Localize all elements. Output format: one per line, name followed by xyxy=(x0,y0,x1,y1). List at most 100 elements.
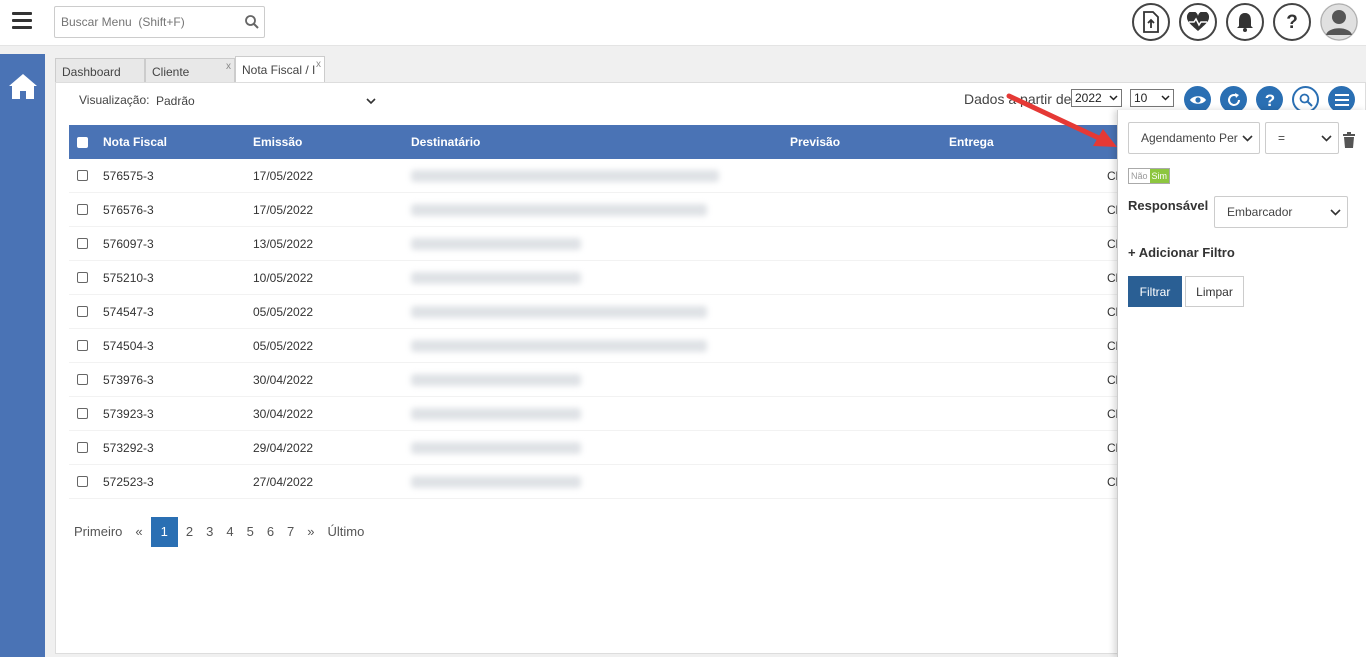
filter-field-select[interactable]: Agendamento Per xyxy=(1128,122,1260,154)
cell-destinatario-redacted xyxy=(411,305,707,318)
page-first[interactable]: Primeiro xyxy=(69,517,127,547)
row-checkbox[interactable] xyxy=(77,408,88,419)
page-number[interactable]: 5 xyxy=(242,517,259,547)
page-number[interactable]: 4 xyxy=(221,517,238,547)
table-row[interactable]: 576097-3 13/05/2022 Cl xyxy=(69,227,1118,261)
header-entrega[interactable]: Entrega xyxy=(949,135,994,149)
home-icon[interactable] xyxy=(8,72,38,100)
tab-cliente[interactable]: Cliente x xyxy=(145,58,235,84)
tab-dashboard[interactable]: Dashboard xyxy=(55,58,145,84)
row-checkbox[interactable] xyxy=(77,272,88,283)
page-prev[interactable]: « xyxy=(130,517,147,547)
page-number[interactable]: 2 xyxy=(181,517,198,547)
cell-destinatario-redacted xyxy=(411,475,581,488)
chevron-down-icon xyxy=(1242,134,1253,142)
year-value: 2022 xyxy=(1075,91,1102,105)
cell-emissao: 05/05/2022 xyxy=(253,304,314,319)
page-size-value: 10 xyxy=(1134,91,1148,105)
cell-nota-fiscal: 574504-3 xyxy=(103,338,154,353)
page-last[interactable]: Último xyxy=(323,517,370,547)
limpar-button[interactable]: Limpar xyxy=(1185,276,1244,307)
cell-nota-fiscal: 573292-3 xyxy=(103,440,154,455)
row-checkbox[interactable] xyxy=(77,442,88,453)
nao-sim-toggle[interactable]: Não Sim xyxy=(1128,168,1171,184)
cell-emissao: 29/04/2022 xyxy=(253,440,314,455)
visualizacao-select[interactable]: Padrão xyxy=(156,91,378,111)
filter-panel: Agendamento Per = Não Sim Responsável Em… xyxy=(1117,110,1366,657)
trash-icon[interactable] xyxy=(1342,132,1356,148)
cell-nota-fiscal: 573923-3 xyxy=(103,406,154,421)
search-icon[interactable] xyxy=(1292,86,1319,113)
row-checkbox[interactable] xyxy=(77,340,88,351)
pagination: Primeiro « 1234567 » Último xyxy=(69,517,372,547)
tab-label: Nota Fiscal / I xyxy=(242,63,316,77)
header-nota-fiscal[interactable]: Nota Fiscal xyxy=(103,135,167,149)
user-avatar-icon[interactable] xyxy=(1320,3,1358,41)
visualizacao-value: Padrão xyxy=(156,94,195,108)
tab-close-icon[interactable]: x xyxy=(316,59,321,70)
upload-icon[interactable] xyxy=(1132,3,1170,41)
search-icon[interactable] xyxy=(244,14,260,30)
tab-close-icon[interactable]: x xyxy=(226,61,231,72)
table-row[interactable]: 574504-3 05/05/2022 Cl xyxy=(69,329,1118,363)
side-nav xyxy=(0,54,45,657)
cell-destinatario-redacted xyxy=(411,339,707,352)
filter-operator-select[interactable]: = xyxy=(1265,122,1339,154)
responsavel-value: Embarcador xyxy=(1227,205,1293,219)
table-row[interactable]: 575210-3 10/05/2022 Cl xyxy=(69,261,1118,295)
row-checkbox[interactable] xyxy=(77,306,88,317)
page-size-select[interactable]: 10 xyxy=(1130,89,1174,107)
chevron-down-icon xyxy=(1321,134,1332,142)
tab-bar: Dashboard Cliente x Nota Fiscal / Ix xyxy=(55,56,325,84)
refresh-icon[interactable] xyxy=(1220,86,1247,113)
row-checkbox[interactable] xyxy=(77,204,88,215)
table-body: 576575-3 17/05/2022 Cl 576576-3 17/05/2022 Cl… xyxy=(69,159,1118,499)
page-number[interactable]: 7 xyxy=(282,517,299,547)
heart-pulse-icon[interactable] xyxy=(1179,3,1217,41)
cell-nota-fiscal: 573976-3 xyxy=(103,372,154,387)
menu-list-icon[interactable] xyxy=(1328,86,1355,113)
cell-emissao: 27/04/2022 xyxy=(253,474,314,489)
header-destinatario[interactable]: Destinatário xyxy=(411,135,480,149)
cell-nota-fiscal: 576576-3 xyxy=(103,202,154,217)
add-filter-link[interactable]: + Adicionar Filtro xyxy=(1128,245,1235,260)
bell-icon[interactable] xyxy=(1226,3,1264,41)
table-row[interactable]: 572523-3 27/04/2022 Cl xyxy=(69,465,1118,499)
table-row[interactable]: 573976-3 30/04/2022 Cl xyxy=(69,363,1118,397)
table-row[interactable]: 573923-3 30/04/2022 Cl xyxy=(69,397,1118,431)
page-number[interactable]: 3 xyxy=(201,517,218,547)
row-checkbox[interactable] xyxy=(77,238,88,249)
table-row[interactable]: 576575-3 17/05/2022 Cl xyxy=(69,159,1118,193)
page-number[interactable]: 1 xyxy=(150,517,178,547)
hamburger-menu-icon[interactable] xyxy=(12,12,32,32)
cell-nota-fiscal: 574547-3 xyxy=(103,304,154,319)
table-row[interactable]: 576576-3 17/05/2022 Cl xyxy=(69,193,1118,227)
table-row[interactable]: 573292-3 29/04/2022 Cl xyxy=(69,431,1118,465)
responsavel-select[interactable]: Embarcador xyxy=(1214,196,1348,228)
tab-nota-fiscal[interactable]: Nota Fiscal / Ix xyxy=(235,56,325,84)
table-header: Nota Fiscal Emissão Destinatário Previsã… xyxy=(69,125,1118,159)
view-eye-icon[interactable] xyxy=(1184,86,1211,113)
search-input[interactable] xyxy=(55,7,235,37)
tab-label: Dashboard xyxy=(62,65,121,79)
help-icon[interactable]: ? xyxy=(1256,86,1283,113)
cell-destinatario-redacted xyxy=(411,203,707,216)
select-all-checkbox[interactable] xyxy=(77,136,88,148)
year-select[interactable]: 2022 xyxy=(1071,89,1122,107)
header-emissao[interactable]: Emissão xyxy=(253,135,302,149)
cell-emissao: 05/05/2022 xyxy=(253,338,314,353)
table-row[interactable]: 574547-3 05/05/2022 Cl xyxy=(69,295,1118,329)
page-next[interactable]: » xyxy=(302,517,319,547)
top-bar: ? xyxy=(0,0,1366,46)
cell-emissao: 17/05/2022 xyxy=(253,202,314,217)
header-previsao[interactable]: Previsão xyxy=(790,135,840,149)
cell-destinatario-redacted xyxy=(411,271,581,284)
row-checkbox[interactable] xyxy=(77,374,88,385)
page-number[interactable]: 6 xyxy=(262,517,279,547)
dados-label: Dados a partir de: xyxy=(964,91,1076,107)
cell-emissao: 10/05/2022 xyxy=(253,270,314,285)
row-checkbox[interactable] xyxy=(77,476,88,487)
filtrar-button[interactable]: Filtrar xyxy=(1128,276,1182,307)
help-icon[interactable]: ? xyxy=(1273,3,1311,41)
row-checkbox[interactable] xyxy=(77,170,88,181)
